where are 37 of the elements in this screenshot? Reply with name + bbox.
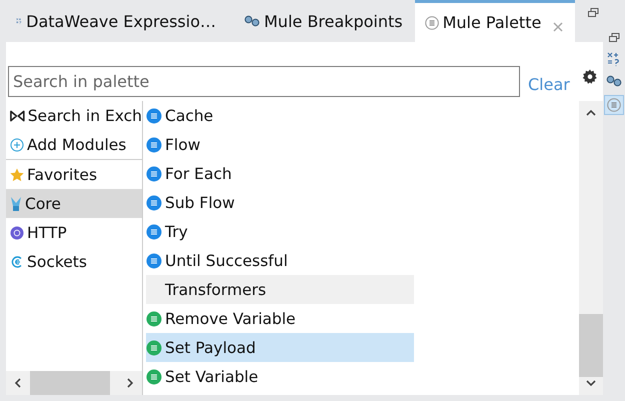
component-item[interactable]: Until Successful xyxy=(146,246,414,275)
component-item[interactable]: Flow xyxy=(146,130,414,159)
formula-icon[interactable] xyxy=(607,51,621,67)
palette-toggle[interactable] xyxy=(604,95,624,115)
component-item[interactable]: Sub Flow xyxy=(146,188,414,217)
component-item[interactable]: Cache xyxy=(146,101,414,130)
sidebar-item[interactable]: Favorites xyxy=(6,160,142,189)
category-header: Transformers xyxy=(146,275,414,304)
add-icon xyxy=(10,138,24,152)
globe-icon xyxy=(10,226,24,240)
tab[interactable]: Mule Palette xyxy=(414,0,576,42)
infinity-icon xyxy=(10,110,25,122)
sidebar-item[interactable]: Search in Exch xyxy=(6,101,142,130)
star-icon xyxy=(10,168,24,182)
sidebar-item[interactable]: HTTP xyxy=(6,218,142,247)
list-icon xyxy=(607,98,621,112)
component-item[interactable]: Set Payload xyxy=(146,333,414,362)
scrollbar-thumb[interactable] xyxy=(579,314,603,377)
core-icon xyxy=(10,196,22,212)
tab[interactable]: Mule Breakpoints xyxy=(228,0,415,42)
restore-icon[interactable] xyxy=(608,33,620,43)
component-item[interactable]: Remove Variable xyxy=(146,304,414,333)
settings-icon[interactable] xyxy=(582,68,598,84)
sidebar-item[interactable]: Core xyxy=(6,189,142,218)
component-item[interactable]: For Each xyxy=(146,159,414,188)
breakpoints-icon[interactable] xyxy=(606,75,622,87)
search-field[interactable]: Search in palette xyxy=(8,66,520,97)
list-icon xyxy=(424,16,439,30)
sidebar-item[interactable]: Sockets xyxy=(6,247,142,276)
sidebar-item[interactable]: Add Modules xyxy=(6,130,142,160)
breakpoints-icon xyxy=(244,15,260,27)
restore-icon[interactable] xyxy=(588,8,599,18)
socket-icon xyxy=(10,254,24,268)
scrollbar-thumb[interactable] xyxy=(30,371,110,395)
component-item[interactable]: Try xyxy=(146,217,414,246)
component-item[interactable]: Set Variable xyxy=(146,362,414,391)
tab[interactable]: DataWeave Expressio… xyxy=(0,0,228,42)
